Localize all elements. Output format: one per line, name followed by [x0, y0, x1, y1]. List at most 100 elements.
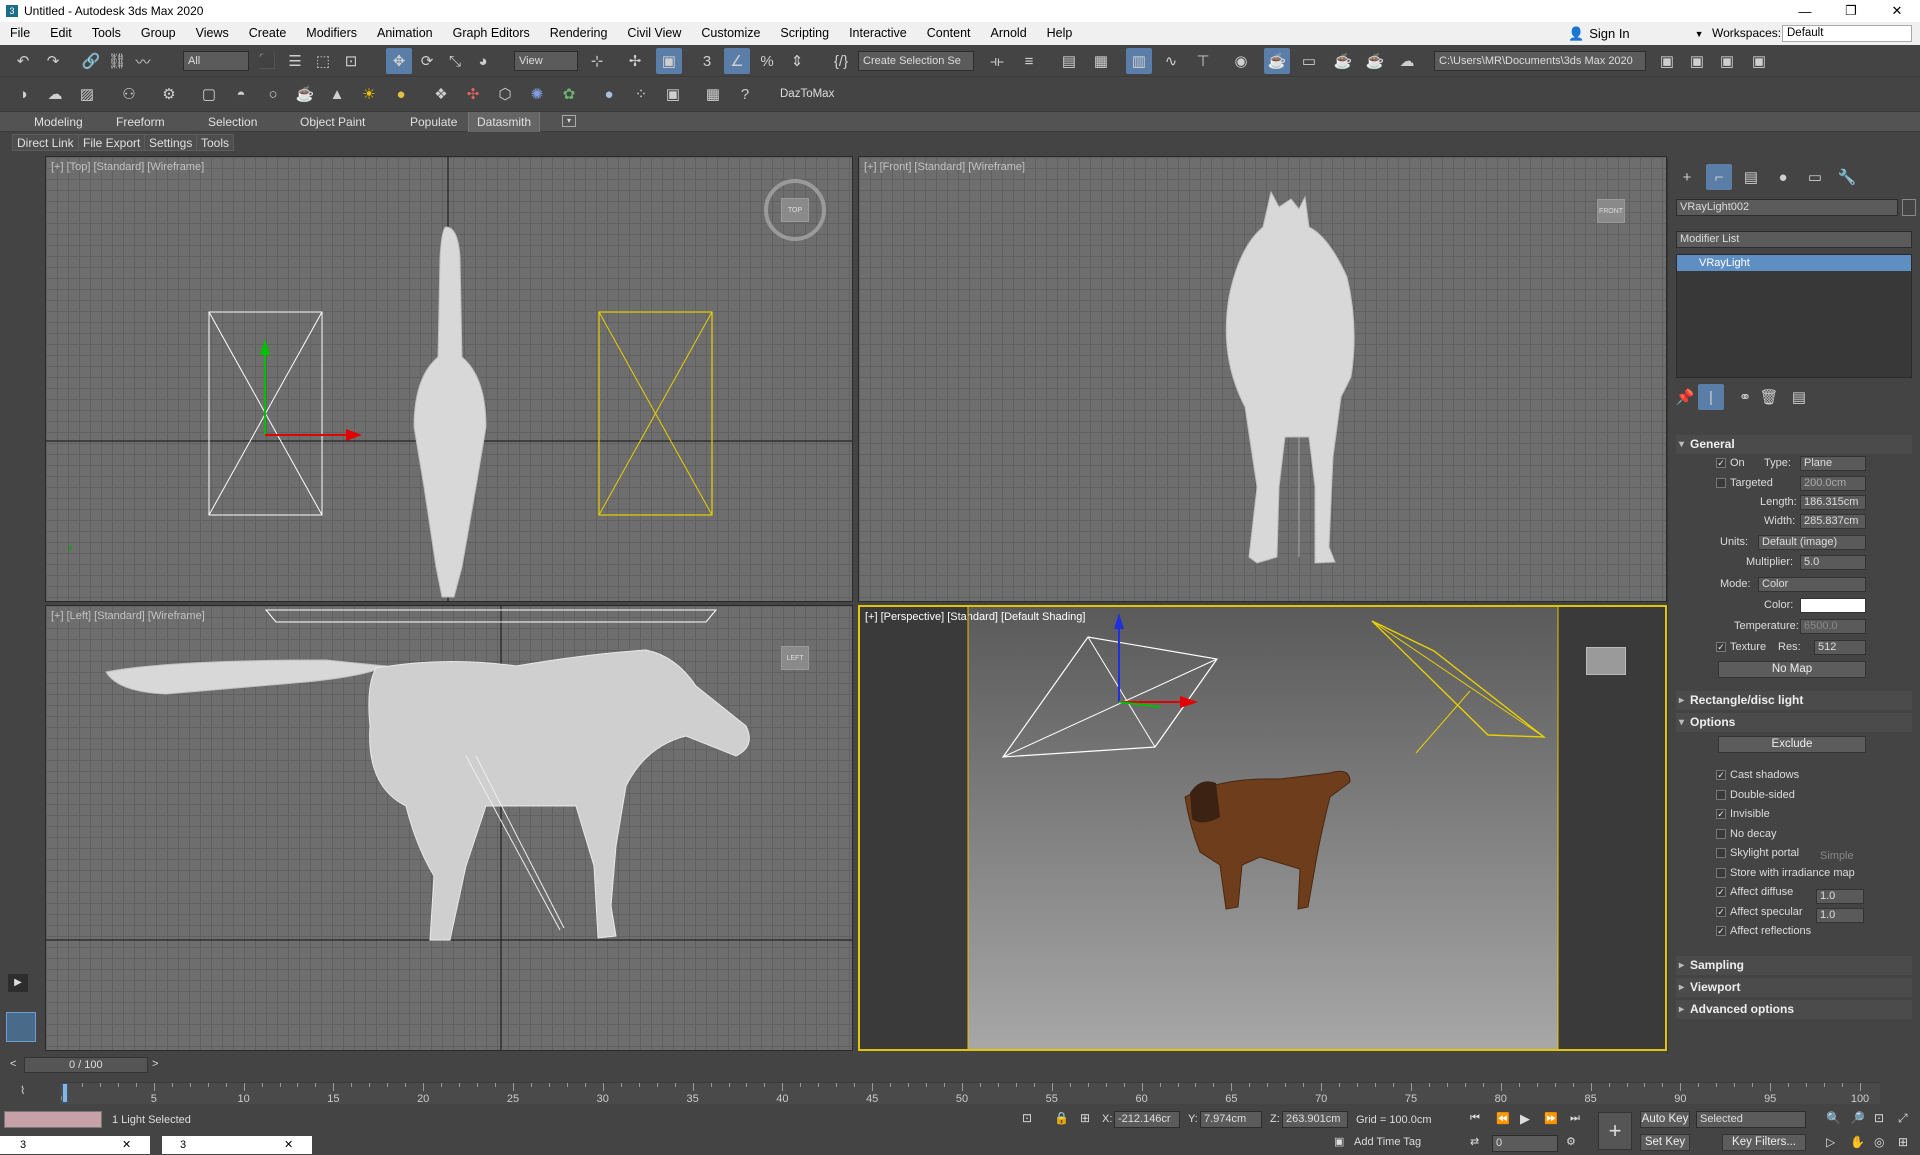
menu-group[interactable]: Group [131, 22, 186, 45]
menu-edit[interactable]: Edit [40, 22, 82, 45]
menu-interactive[interactable]: Interactive [839, 22, 917, 45]
menu-content[interactable]: Content [917, 22, 981, 45]
auto-key-button[interactable]: Auto Key [1640, 1111, 1690, 1128]
file-export-button[interactable]: File Export [78, 134, 146, 151]
app-thumbnail-2[interactable]: 3 ✕ [162, 1136, 312, 1154]
tab-populate[interactable]: Populate [402, 112, 465, 132]
mode-dropdown[interactable]: Color [1758, 577, 1866, 592]
absolute-mode-icon[interactable]: ⊞ [1080, 1111, 1090, 1125]
select-by-name-icon[interactable]: ☰ [282, 48, 308, 74]
set-key-big-button[interactable]: + [1598, 1112, 1632, 1150]
targeted-distance-spinner[interactable]: 200.0cm [1800, 476, 1866, 491]
volume-grid-icon[interactable]: ⬡ [492, 81, 518, 107]
proxy-icon[interactable]: ❖ [428, 81, 454, 107]
temperature-spinner[interactable]: 6500.0 [1800, 619, 1866, 634]
zoom-extents-icon[interactable]: ⊡ [1874, 1111, 1884, 1125]
close-icon[interactable]: ✕ [284, 1136, 293, 1154]
frame-buffer-icon[interactable]: ▣ [660, 81, 686, 107]
toggle-ribbon-icon[interactable]: ▥ [1126, 48, 1152, 74]
render-production-icon[interactable]: ☕ [1330, 48, 1356, 74]
tab-datasmith[interactable]: Datasmith [468, 112, 541, 132]
option-checkbox[interactable] [1716, 828, 1726, 839]
settings-button[interactable]: Settings [144, 134, 198, 151]
show-end-result-icon[interactable]: | [1698, 384, 1724, 410]
select-object-icon[interactable]: ⬛ [254, 48, 280, 74]
menu-tools[interactable]: Tools [82, 22, 131, 45]
curve-editor-icon[interactable]: ∿ [1158, 48, 1184, 74]
menu-graph-editors[interactable]: Graph Editors [443, 22, 540, 45]
menu-views[interactable]: Views [186, 22, 239, 45]
menu-rendering[interactable]: Rendering [540, 22, 618, 45]
hierarchy-tab-icon[interactable]: ▤ [1738, 164, 1764, 190]
pivot-icon[interactable]: ⊹ [584, 48, 610, 74]
option-checkbox[interactable] [1716, 848, 1726, 858]
current-frame-field[interactable]: 0 [1492, 1135, 1558, 1152]
help-icon[interactable]: ? [732, 81, 758, 107]
mini-curve-editor-icon[interactable]: ⌇ [20, 1084, 25, 1097]
units-dropdown[interactable]: Default (image) [1758, 535, 1866, 550]
project-path-field[interactable]: C:\Users\MR\Documents\3ds Max 2020 [1434, 51, 1646, 71]
view-cube-front[interactable]: FRONT [1597, 199, 1625, 223]
rendered-frame-window-icon[interactable]: ▭ [1296, 48, 1322, 74]
rectangular-region-icon[interactable]: ⬚ [310, 48, 336, 74]
material-ball-icon[interactable]: ● [596, 81, 622, 107]
type-dropdown[interactable]: Plane [1800, 456, 1866, 471]
environment-fog-icon[interactable]: ✺ [524, 81, 550, 107]
menu-civil-view[interactable]: Civil View [617, 22, 691, 45]
reference-coordinate-dropdown[interactable]: View [514, 51, 578, 71]
affect-diffuse-spinner[interactable]: 1.0 [1816, 889, 1864, 904]
tab-freeform[interactable]: Freeform [108, 112, 173, 132]
render-activeshade-icon[interactable]: ☕ [1362, 48, 1388, 74]
option-checkbox[interactable]: ✓ [1716, 887, 1726, 897]
previous-frame-icon[interactable]: ⏪ [1496, 1112, 1510, 1125]
exclude-button[interactable]: Exclude [1718, 736, 1866, 753]
res-spinner[interactable]: 512 [1814, 640, 1866, 655]
menu-scripting[interactable]: Scripting [770, 22, 839, 45]
general-rollout-header[interactable]: General [1676, 435, 1912, 454]
display-tab-icon[interactable]: ▭ [1802, 164, 1828, 190]
add-time-tag-label[interactable]: Add Time Tag [1354, 1136, 1421, 1148]
menu-help[interactable]: Help [1037, 22, 1083, 45]
key-filters-button[interactable]: Key Filters... [1722, 1134, 1806, 1151]
affect-specular-spinner[interactable]: 1.0 [1816, 908, 1864, 923]
time-slider[interactable]: 0 / 100 [24, 1057, 148, 1073]
orbit-icon[interactable]: ▷ [1826, 1135, 1835, 1149]
tab-modeling[interactable]: Modeling [26, 112, 91, 132]
maxscript-listener[interactable] [4, 1111, 102, 1128]
dome-icon[interactable]: ◓ [228, 81, 254, 107]
option-checkbox[interactable]: ✓ [1716, 770, 1726, 780]
render-cloud-icon[interactable]: ☁ [1394, 48, 1420, 74]
batch-render-icon[interactable]: ▣ [1746, 48, 1772, 74]
rotate-icon[interactable]: ⟳ [414, 48, 440, 74]
disc-light-icon[interactable]: ● [388, 81, 414, 107]
fur-icon[interactable]: ✣ [460, 81, 486, 107]
key-mode-dropdown[interactable]: Selected [1696, 1111, 1806, 1128]
key-mode-toggle-icon[interactable]: ⇄ [1470, 1135, 1479, 1148]
create-tab-icon[interactable]: + [1674, 164, 1700, 190]
cloud-icon[interactable]: ☁ [42, 81, 68, 107]
viewport-front[interactable]: [+] [Front] [Standard] [Wireframe] FRONT [858, 156, 1667, 602]
stack-item-vraylight[interactable]: VRayLight [1677, 255, 1911, 271]
lister-icon[interactable]: ▦ [700, 81, 726, 107]
edit-named-selection-icon[interactable]: {/} [828, 48, 854, 74]
window-crossing-icon[interactable]: ⊡ [338, 48, 364, 74]
next-frame-arrow[interactable]: > [152, 1058, 158, 1070]
maximize-toggle-icon[interactable]: ⊞ [1898, 1135, 1908, 1149]
multi-material-icon[interactable]: ⁘ [628, 81, 654, 107]
render-setup-icon[interactable]: ☕ [1264, 48, 1290, 74]
modify-tab-icon[interactable]: ⌐ [1706, 164, 1732, 190]
viewport-left[interactable]: [+] [Left] [Standard] [Wireframe] LEFT [45, 605, 853, 1051]
time-slider-handle[interactable] [62, 1083, 68, 1103]
select-manipulate-icon[interactable]: ✢ [622, 48, 648, 74]
move-icon[interactable]: ✥ [386, 48, 412, 74]
pan-icon[interactable]: ✋ [1850, 1135, 1865, 1149]
tools-button[interactable]: Tools [196, 134, 235, 151]
option-checkbox[interactable] [1716, 867, 1726, 878]
scene-state-icon[interactable]: ▣ [1684, 48, 1710, 74]
snaps-toggle-icon[interactable]: 3 [694, 48, 720, 74]
set-key-button[interactable]: Set Key [1640, 1134, 1690, 1151]
project-folder-icon[interactable]: ▣ [1654, 48, 1680, 74]
redo-icon[interactable]: ↷ [40, 48, 66, 74]
workspace-dropdown[interactable]: Default [1782, 25, 1912, 42]
walkthrough-icon[interactable]: ⚇ [116, 81, 142, 107]
